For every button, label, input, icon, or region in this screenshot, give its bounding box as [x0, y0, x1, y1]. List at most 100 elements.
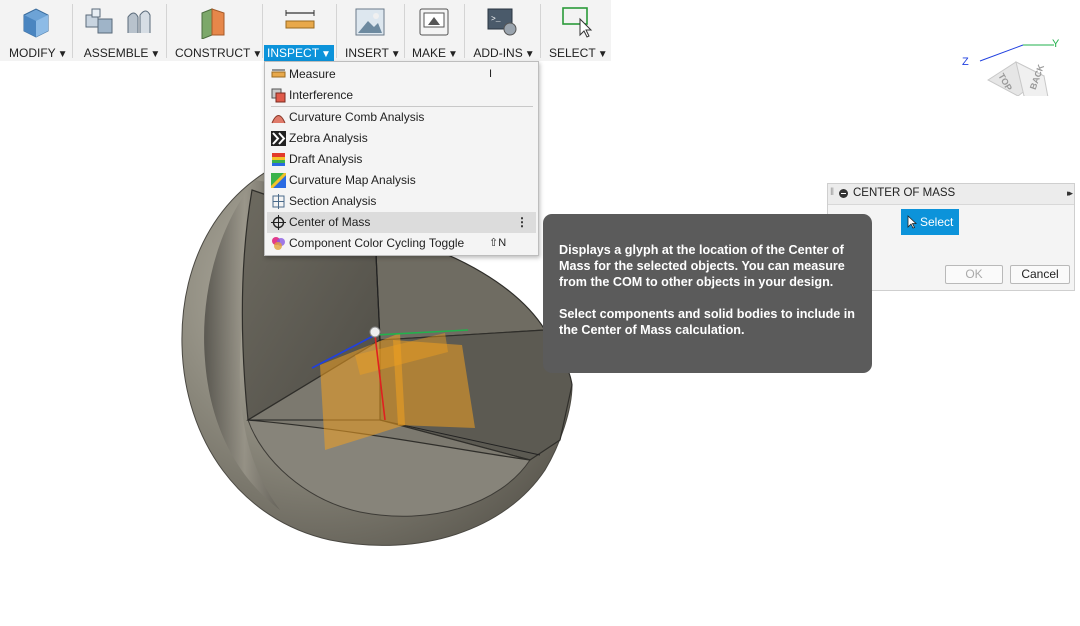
color-cycling-icon [272, 237, 285, 250]
ok-label: OK [965, 267, 983, 281]
z-axis-label: Z [962, 56, 969, 68]
make-menu[interactable]: MAKE ▼ [408, 45, 462, 61]
addins-label: ADD-INS [473, 46, 523, 60]
toolbar-group-construct[interactable]: CONSTRUCT ▼ [168, 0, 263, 61]
insert-menu[interactable]: INSERT ▼ [342, 45, 402, 61]
menu-item-label: Curvature Comb Analysis [289, 110, 425, 124]
chevron-down-icon: ▼ [390, 49, 401, 60]
chevron-down-icon: ▼ [252, 49, 263, 60]
modify-menu[interactable]: MODIFY ▼ [6, 45, 68, 61]
menu-item-curvature-comb[interactable]: Curvature Comb Analysis [267, 107, 536, 128]
chevron-down-icon: ▼ [150, 49, 161, 60]
toolbar-divider [166, 4, 167, 58]
ok-button[interactable]: OK [945, 265, 1003, 284]
assemble-menu[interactable]: ASSEMBLE ▼ [80, 45, 164, 61]
toolbar-divider [262, 4, 263, 58]
scripts-addins-icon[interactable]: >_ [484, 5, 520, 39]
z-axis-line [979, 44, 1024, 62]
more-options-icon[interactable]: ⋮ [516, 212, 528, 233]
section-analysis-icon [272, 194, 285, 209]
toolbar-group-modify[interactable]: MODIFY ▼ [0, 0, 70, 61]
menu-item-zebra[interactable]: Zebra Analysis [267, 128, 536, 149]
modify-label: MODIFY [9, 46, 56, 60]
toolbar-divider [336, 4, 337, 58]
select-button[interactable]: Select [901, 209, 959, 235]
measure-ruler-icon[interactable] [282, 5, 318, 39]
menu-item-center-of-mass[interactable]: Center of Mass ⋮ [267, 212, 536, 233]
menu-item-section-analysis[interactable]: Section Analysis [267, 191, 536, 212]
expand-icon[interactable]: ▸▸ [1067, 188, 1073, 199]
menu-item-color-cycling[interactable]: Component Color Cycling Toggle ⇧N [267, 233, 536, 254]
3d-print-icon[interactable] [416, 5, 452, 39]
zebra-icon [271, 131, 286, 146]
toolbar-divider [404, 4, 405, 58]
toolbar-group-addins[interactable]: >_ ADD-INS ▼ [466, 0, 538, 61]
construct-plane-icon[interactable] [196, 5, 232, 39]
toolbar-divider [464, 4, 465, 58]
measure-icon [271, 69, 286, 78]
insert-label: INSERT [345, 46, 389, 60]
construct-menu[interactable]: CONSTRUCT ▼ [172, 45, 263, 61]
toolbar-group-make[interactable]: MAKE ▼ [406, 0, 462, 61]
menu-item-label: Measure [289, 67, 336, 81]
menu-item-label: Draft Analysis [289, 152, 363, 166]
toolbar-divider [72, 4, 73, 58]
inspect-menu-button[interactable]: INSPECT ▼ [264, 45, 334, 61]
select-menu[interactable]: SELECT ▼ [546, 45, 608, 61]
select-window-icon[interactable] [560, 5, 596, 39]
joint-icon[interactable] [122, 5, 158, 39]
toolbar-divider [540, 4, 541, 58]
model-canvas[interactable] [0, 61, 1080, 623]
curvature-comb-icon [271, 115, 286, 124]
chevron-down-icon: ▼ [597, 49, 608, 60]
3d-viewport[interactable]: TOP BACK Z Y [0, 38, 1080, 623]
menu-item-curvature-map[interactable]: Curvature Map Analysis [267, 170, 536, 191]
toolbar-group-assemble[interactable]: ASSEMBLE ▼ [74, 0, 166, 61]
center-of-mass-tooltip: Displays a glyph at the location of the … [543, 214, 872, 373]
menu-item-label: Component Color Cycling Toggle [289, 236, 465, 250]
collapse-icon[interactable] [839, 189, 848, 198]
construct-label: CONSTRUCT [175, 46, 251, 60]
menu-item-draft-analysis[interactable]: Draft Analysis [267, 149, 536, 170]
svg-text:>_: >_ [491, 15, 501, 24]
chevron-down-icon: ▼ [321, 49, 331, 60]
box-modify-icon[interactable] [18, 5, 54, 39]
assemble-new-component-icon[interactable] [82, 5, 118, 39]
insert-image-icon[interactable] [352, 5, 388, 39]
menu-item-label: Curvature Map Analysis [289, 173, 416, 187]
select-label: SELECT [549, 46, 596, 60]
chevron-down-icon: ▼ [57, 49, 68, 60]
make-label: MAKE [412, 46, 447, 60]
chevron-down-icon: ▼ [448, 49, 458, 60]
menu-item-label: Center of Mass [289, 215, 371, 229]
dialog-header[interactable]: ‖ CENTER OF MASS ▸▸ [828, 184, 1074, 205]
shortcut-label: I [489, 68, 493, 80]
menu-item-label: Interference [289, 88, 354, 102]
center-of-mass-icon [271, 215, 286, 230]
interference-icon [271, 88, 286, 103]
cancel-button[interactable]: Cancel [1010, 265, 1070, 284]
cancel-label: Cancel [1021, 267, 1059, 281]
inspect-label: INSPECT [267, 46, 320, 60]
view-cube[interactable]: TOP BACK Z Y [958, 16, 1068, 109]
drag-handle-icon[interactable]: ‖ [830, 187, 834, 198]
draft-analysis-icon [272, 153, 285, 166]
toolbar-group-select[interactable]: SELECT ▼ [542, 0, 611, 61]
dialog-title: CENTER OF MASS [853, 187, 956, 199]
select-button-label: Select [920, 215, 954, 229]
curvature-map-icon [271, 173, 286, 188]
tooltip-instruction: Select components and solid bodies to in… [559, 307, 855, 337]
menu-item-measure[interactable]: Measure I [267, 64, 536, 85]
menu-item-label: Section Analysis [289, 194, 377, 208]
assemble-label: ASSEMBLE [83, 46, 149, 60]
cursor-arrow-icon [907, 215, 917, 229]
menu-item-interference[interactable]: Interference [267, 85, 536, 106]
chevron-down-icon: ▼ [524, 49, 535, 60]
toolbar-group-insert[interactable]: INSERT ▼ [338, 0, 402, 61]
addins-menu[interactable]: ADD-INS ▼ [470, 45, 538, 61]
main-toolbar: MODIFY ▼ ASSEMBLE ▼ CONSTRUCT ▼ INSPECT … [0, 0, 611, 61]
inspect-dropdown-menu: Measure I Interference Curvature Comb An… [264, 61, 539, 256]
tooltip-description: Displays a glyph at the location of the … [559, 243, 845, 289]
toolbar-group-inspect[interactable]: INSPECT ▼ [264, 0, 334, 61]
y-axis-label: Y [1052, 38, 1060, 50]
